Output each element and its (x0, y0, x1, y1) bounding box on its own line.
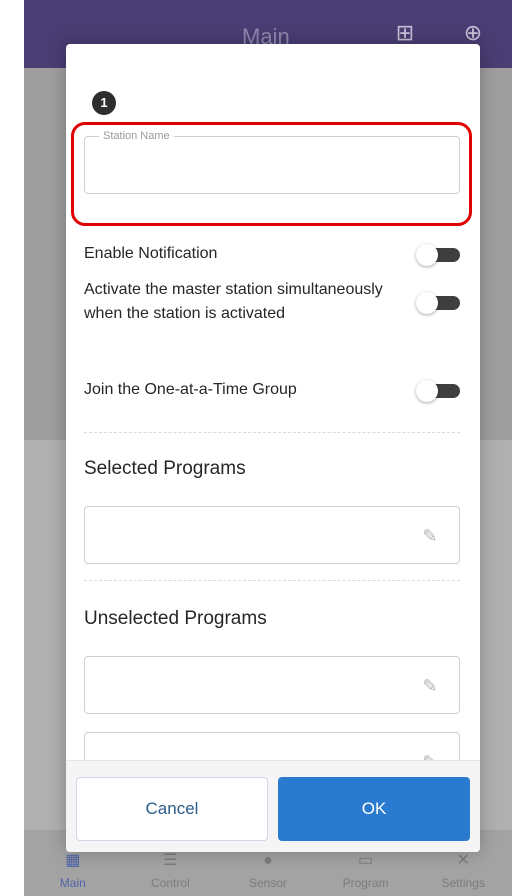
calendar-icon: ▭ (358, 852, 374, 869)
nav-label: Sensor (248, 876, 287, 890)
dialog-footer: Cancel OK (66, 760, 480, 852)
add-task-icon[interactable]: ⊞ (392, 20, 418, 46)
toggle-thumb (416, 292, 438, 314)
ok-button[interactable]: OK (278, 777, 470, 841)
option-row: Activate the master station simultaneous… (84, 278, 460, 326)
activate-master-station-toggle[interactable] (416, 292, 460, 314)
option-row: Enable Notification (84, 242, 460, 266)
globe-icon[interactable]: ⊕ (460, 20, 486, 46)
pencil-icon[interactable]: ✎ (419, 525, 441, 547)
grid-icon: ▦ (65, 852, 81, 869)
nav-label: Main (59, 876, 86, 890)
one-at-a-time-group-label: Join the One-at-a-Time Group (84, 381, 297, 398)
unselected-programs-title: Unselected Programs (84, 608, 267, 629)
nav-label: Control (151, 876, 190, 890)
tools-icon: ✕ (456, 852, 470, 869)
nav-label: Program (342, 876, 389, 890)
pencil-icon[interactable]: ✎ (419, 675, 441, 697)
sensor-icon: ● (263, 852, 273, 869)
option-row: Join the One-at-a-Time Group (84, 378, 460, 402)
cancel-button[interactable]: Cancel (76, 777, 268, 841)
station-number-badge: 1 (92, 91, 116, 115)
enable-notification-toggle[interactable] (416, 244, 460, 266)
enable-notification-label: Enable Notification (84, 245, 218, 262)
nav-label: Settings (441, 876, 485, 890)
unselected-program-field[interactable]: ✎ (84, 656, 460, 714)
highlight-box (71, 122, 472, 226)
toggle-thumb (416, 244, 438, 266)
divider (84, 432, 460, 433)
selected-programs-title: Selected Programs (84, 458, 246, 479)
selected-programs-field[interactable]: ✎ (84, 506, 460, 564)
activate-master-station-label: Activate the master station simultaneous… (84, 281, 383, 322)
divider (84, 580, 460, 581)
sliders-icon: ☰ (163, 852, 178, 869)
one-at-a-time-group-toggle[interactable] (416, 380, 460, 402)
toggle-thumb (416, 380, 438, 402)
